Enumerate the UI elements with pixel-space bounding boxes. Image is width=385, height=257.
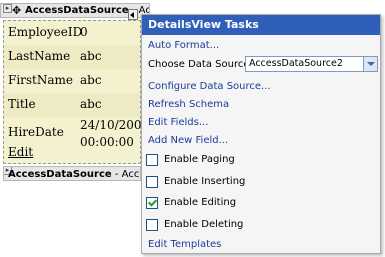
enable-paging-label[interactable]: Enable Paging xyxy=(164,154,235,165)
field-label: Title xyxy=(8,97,36,111)
chevron-down-icon[interactable] xyxy=(363,57,377,71)
field-value-line2: 00:00:00 xyxy=(80,135,134,149)
row-hiredate: HireDate 24/10/2006 00:00:00 xyxy=(4,117,149,149)
collapse-tasks-icon[interactable] xyxy=(128,9,138,20)
edit-fields-link[interactable]: Edit Fields... xyxy=(148,117,208,128)
enable-editing-label[interactable]: Enable Editing xyxy=(164,197,236,208)
row-employeeid: EmployeeID 0 xyxy=(4,21,140,45)
data-source-select[interactable]: AccessDataSource2 xyxy=(245,56,378,72)
field-value: abc xyxy=(80,73,102,87)
details-view-tasks-panel: DetailsView Tasks Auto Format... Choose … xyxy=(141,14,381,254)
auto-format-link[interactable]: Auto Format... xyxy=(148,40,219,51)
row-title: Title abc xyxy=(4,93,140,117)
row-lastname: LastName abc xyxy=(4,45,140,69)
edit-link[interactable]: Edit xyxy=(8,145,33,159)
row-firstname: FirstName abc xyxy=(4,69,140,93)
footer-source-id: - Access xyxy=(114,169,140,180)
enable-inserting-checkbox[interactable] xyxy=(146,176,158,188)
smart-tag-icon[interactable]: ▸ xyxy=(3,4,12,13)
field-label: LastName xyxy=(8,49,71,63)
header-source-type: AccessDataSource xyxy=(25,5,129,16)
data-source-footer: ▸ AccessDataSource - Access xyxy=(3,166,141,181)
configure-data-source-link[interactable]: Configure Data Source... xyxy=(148,81,271,92)
field-label: HireDate xyxy=(8,125,64,139)
field-value: abc xyxy=(80,97,102,111)
add-new-field-link[interactable]: Add New Field... xyxy=(148,135,228,146)
panel-title: DetailsView Tasks xyxy=(142,15,380,35)
field-value: 0 xyxy=(80,25,88,39)
enable-deleting-checkbox[interactable] xyxy=(146,219,158,231)
field-value-line1: 24/10/2006 xyxy=(80,118,150,132)
enable-paging-checkbox[interactable] xyxy=(146,154,158,166)
enable-deleting-label[interactable]: Enable Deleting xyxy=(164,219,243,230)
field-label: FirstName xyxy=(8,73,74,87)
enable-inserting-label[interactable]: Enable Inserting xyxy=(164,176,245,187)
data-source-selected-value: AccessDataSource2 xyxy=(249,58,343,69)
footer-source-type: AccessDataSource xyxy=(8,169,112,180)
field-label: EmployeeID xyxy=(8,25,83,39)
field-value: abc xyxy=(80,49,102,63)
choose-data-source-label: Choose Data Source: xyxy=(148,59,253,70)
move-icon[interactable]: ✥ xyxy=(12,4,21,17)
refresh-schema-link[interactable]: Refresh Schema xyxy=(148,99,229,110)
details-view-grid[interactable]: EmployeeID 0 LastName abc FirstName abc … xyxy=(3,20,149,164)
enable-editing-checkbox[interactable] xyxy=(146,197,158,209)
edit-templates-link[interactable]: Edit Templates xyxy=(148,239,221,250)
